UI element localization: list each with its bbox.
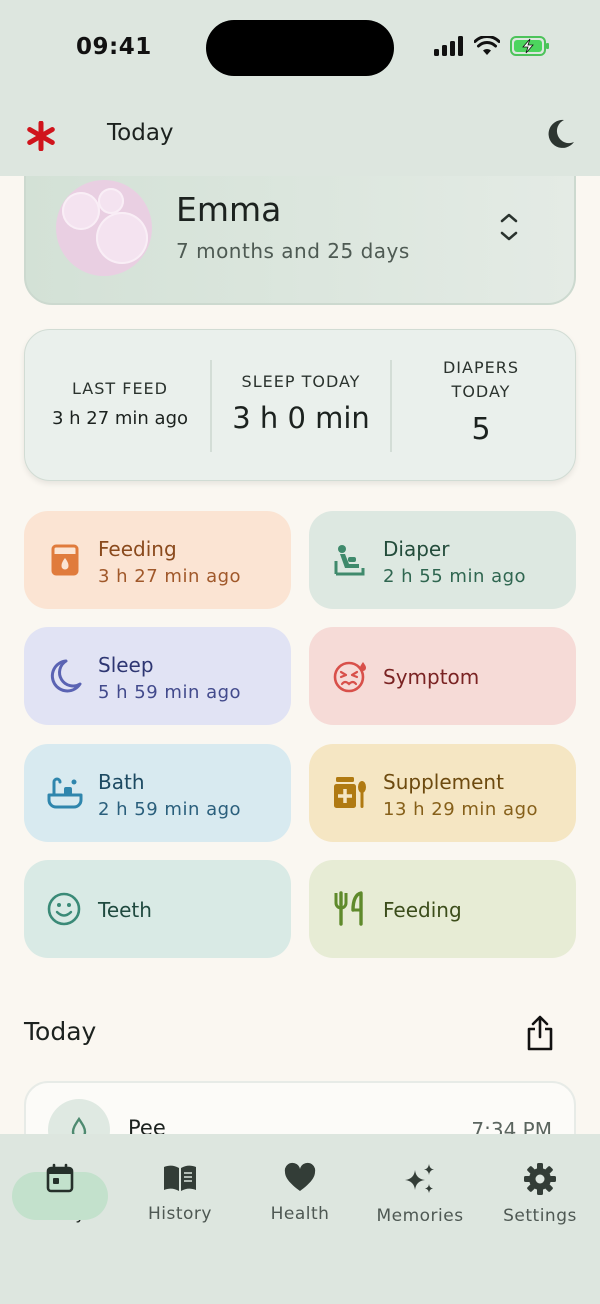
tab-label: Health	[270, 1204, 330, 1224]
book-icon	[164, 1165, 196, 1191]
symptom-tile[interactable]: Symptom	[309, 627, 576, 725]
tile-title: Sleep	[98, 653, 154, 677]
battery-icon	[510, 36, 549, 56]
smile-icon	[46, 890, 84, 928]
solid-feeding-tile[interactable]: Feeding	[309, 860, 576, 958]
tab-settings[interactable]: Settings	[480, 1152, 600, 1226]
feeding-tile[interactable]: Feeding 3 h 27 min ago	[24, 511, 291, 609]
tile-subtitle: 2 h 59 min ago	[98, 799, 242, 820]
sleep-tile[interactable]: Sleep 5 h 59 min ago	[24, 627, 291, 725]
tile-title: Teeth	[98, 898, 152, 922]
stat-value: 3 h 0 min	[232, 401, 370, 435]
child-name: Emma	[176, 190, 282, 229]
tab-health[interactable]: Health	[240, 1152, 360, 1224]
stat-value: 5	[471, 412, 491, 447]
sick-face-icon	[331, 657, 369, 695]
moon-icon[interactable]	[546, 118, 576, 154]
stat-last-feed: LAST FEED 3 h 27 min ago	[30, 330, 210, 482]
signal-icon	[434, 36, 463, 56]
share-icon[interactable]	[525, 1014, 555, 1056]
tab-label: History	[148, 1204, 212, 1224]
bottle-icon	[46, 541, 84, 579]
heart-icon	[284, 1162, 316, 1191]
supplement-tile[interactable]: Supplement 13 h 29 min ago	[309, 744, 576, 842]
tab-label: Settings	[503, 1206, 577, 1226]
moon-icon	[46, 657, 84, 695]
gear-icon	[524, 1163, 556, 1195]
tile-subtitle: 2 h 55 min ago	[383, 566, 527, 587]
asterisk-icon	[26, 118, 56, 158]
calendar-icon	[46, 1163, 74, 1193]
tab-history[interactable]: History	[120, 1152, 240, 1224]
tab-today[interactable]: Today	[0, 1152, 120, 1224]
stat-value: 3 h 27 min ago	[51, 408, 189, 429]
teeth-tile[interactable]: Teeth	[24, 860, 291, 958]
avatar[interactable]	[56, 180, 152, 276]
bath-tile[interactable]: Bath 2 h 59 min ago	[24, 744, 291, 842]
tile-subtitle: 5 h 59 min ago	[98, 682, 242, 703]
tab-memories[interactable]: Memories	[360, 1152, 480, 1226]
tile-title: Supplement	[383, 770, 504, 794]
tab-bar: Today History Health Memories	[0, 1134, 600, 1304]
status-bar: 09:41	[0, 0, 600, 96]
dynamic-island	[206, 20, 394, 76]
tile-subtitle: 13 h 29 min ago	[383, 799, 539, 820]
changing-table-icon	[331, 541, 369, 579]
stat-label: TODAY	[451, 382, 511, 401]
stat-diapers-today: DIAPERS TODAY 5	[391, 330, 571, 482]
tile-subtitle: 3 h 27 min ago	[98, 566, 242, 587]
tile-title: Bath	[98, 770, 145, 794]
tab-label: Memories	[376, 1206, 464, 1226]
stat-label: LAST FEED	[72, 379, 168, 398]
system-icons	[434, 36, 550, 56]
chevron-up-down-icon[interactable]	[496, 210, 522, 248]
sparkles-icon	[405, 1164, 434, 1193]
wifi-icon	[474, 36, 500, 55]
tile-title: Diaper	[383, 537, 450, 561]
tile-title: Feeding	[383, 898, 462, 922]
tile-title: Symptom	[383, 665, 480, 689]
daily-stats-card: LAST FEED 3 h 27 min ago SLEEP TODAY 3 h…	[24, 329, 576, 481]
status-time: 09:41	[76, 34, 152, 60]
page-title: Today	[107, 120, 174, 146]
child-age: 7 months and 25 days	[176, 239, 410, 263]
tile-title: Feeding	[98, 537, 177, 561]
stat-sleep-today: SLEEP TODAY 3 h 0 min	[211, 330, 391, 482]
medicine-icon	[331, 774, 369, 812]
bathtub-icon	[46, 774, 84, 812]
stat-label: SLEEP TODAY	[241, 372, 361, 391]
app-header: Today	[0, 96, 600, 176]
diaper-tile[interactable]: Diaper 2 h 55 min ago	[309, 511, 576, 609]
today-section-title: Today	[24, 1017, 97, 1046]
stat-label: DIAPERS	[442, 358, 519, 377]
utensils-icon	[331, 890, 369, 928]
